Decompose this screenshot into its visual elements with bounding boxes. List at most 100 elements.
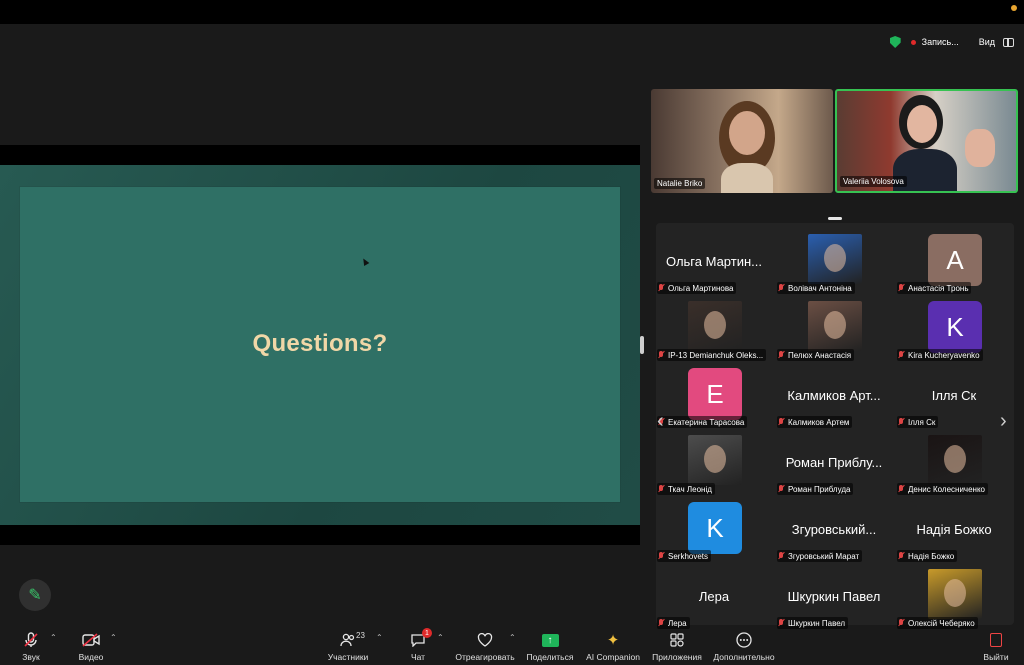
panel-drag-handle[interactable] (828, 217, 842, 220)
share-button[interactable]: ↑ Поделиться (526, 625, 574, 665)
participant-face (704, 311, 726, 339)
window-title-strip (0, 0, 1024, 24)
react-button[interactable]: Отреагировать (454, 625, 516, 665)
participant-tile[interactable]: K Serkhovets (655, 496, 773, 562)
video-options-chevron-icon[interactable]: ⌃ (110, 633, 117, 642)
video-button[interactable]: Видео (78, 625, 104, 665)
sparkle-icon: ✦ (606, 632, 620, 649)
leave-button[interactable]: Выйти (982, 625, 1010, 665)
participant-name: Лера (668, 618, 687, 628)
participant-photo (928, 569, 982, 619)
participant-name: Згуровський Марат (788, 551, 860, 561)
recording-label[interactable]: Запись... (922, 37, 959, 47)
chat-options-chevron-icon[interactable]: ⌃ (437, 633, 444, 642)
participant-tile[interactable]: Ілля Ск Ілля Ск (895, 362, 1013, 428)
leave-door-icon (986, 630, 1006, 650)
participant-photo (808, 234, 862, 284)
react-options-chevron-icon[interactable]: ⌃ (509, 633, 516, 642)
participant-tile[interactable]: Роман Приблу... Роман Приблуда (775, 429, 893, 495)
participant-tile[interactable]: Денис Колесниченко (895, 429, 1013, 495)
view-layout-icon[interactable] (1003, 37, 1014, 47)
participant-tile[interactable]: Калмиков Арт... Калмиков Артем (775, 362, 893, 428)
participant-tile[interactable]: IP-13 Demianchuk Oleks... (655, 295, 773, 361)
participant-tile[interactable]: Ольга Мартин... Ольга Мартинова (655, 228, 773, 294)
participant-tile[interactable]: Волівач Антоніна (775, 228, 893, 294)
mic-muted-icon (778, 619, 784, 627)
mic-muted-icon (778, 418, 784, 426)
participants-button[interactable]: 23 Участники (327, 625, 369, 665)
gallery-prev-chevron-icon[interactable]: ‹ (657, 411, 664, 431)
participant-name-label: Ольга Мартинова (657, 282, 737, 294)
participant-tile[interactable]: Надія Божко Надія Божко (895, 496, 1013, 562)
audio-button[interactable]: Звук (16, 625, 46, 665)
mic-muted-icon (898, 284, 904, 292)
gallery-next-chevron-icon[interactable]: › (1000, 411, 1007, 431)
participants-icon: 23 (338, 630, 365, 650)
mic-muted-icon (658, 351, 664, 359)
participant-tile[interactable]: Ткач Леонід (655, 429, 773, 495)
participant-avatar: K (928, 301, 982, 353)
chat-button[interactable]: 1 Чат (408, 625, 432, 665)
participant-name: Ткач Леонід (668, 484, 712, 494)
ai-companion-label: AI Companion (586, 652, 640, 662)
participant-name: Роман Приблуда (788, 484, 851, 494)
participant-name-label: Ткач Леонід (657, 483, 715, 495)
presentation-slide: Questions? (0, 165, 640, 525)
participant-name: Надія Божко (908, 551, 955, 561)
participant-tile[interactable]: Лера Лера (655, 563, 773, 629)
mic-muted-icon (898, 619, 904, 627)
audio-label: Звук (22, 652, 40, 662)
audio-options-chevron-icon[interactable]: ⌃ (50, 633, 57, 642)
participants-label: Участники (327, 652, 369, 662)
video-tile-name: Valeriia Volosova (840, 176, 907, 187)
notification-dot (1011, 5, 1017, 11)
apps-button[interactable]: Приложения (651, 625, 703, 665)
more-button[interactable]: Дополнительно (713, 625, 775, 665)
participant-tile[interactable]: Пелюх Анастасія (775, 295, 893, 361)
participant-tile[interactable]: Олексій Чеберяко (895, 563, 1013, 629)
participant-photo (688, 301, 742, 351)
zoom-meeting-window: Запись... Вид Questions? Natalie Briko V… (0, 0, 1024, 665)
security-shield-icon[interactable] (889, 36, 901, 48)
mic-muted-icon (658, 485, 664, 493)
participant-display-name: Згуровський... (791, 522, 877, 537)
participant-tile[interactable]: Шкуркин Павел Шкуркин Павел (775, 563, 893, 629)
shared-screen: Questions? (0, 145, 640, 545)
view-label[interactable]: Вид (979, 37, 995, 47)
participant-name: Kira Kucheryavenko (908, 350, 980, 360)
participant-name-label: Згуровський Марат (777, 550, 863, 562)
share-screen-icon: ↑ (540, 630, 560, 650)
participants-count: 23 (356, 631, 365, 640)
ai-companion-button[interactable]: ✦ AI Companion (586, 625, 640, 665)
split-resize-handle[interactable] (640, 336, 644, 354)
apps-label: Приложения (652, 652, 702, 662)
mic-muted-icon (658, 284, 664, 292)
participant-photo (688, 435, 742, 485)
participant-name-label: Kira Kucheryavenko (897, 349, 983, 361)
participant-name-label: Пелюх Анастасія (777, 349, 855, 361)
participant-name-label: Волівач Антоніна (777, 282, 855, 294)
participant-tile[interactable]: A Анастасія Тронь (895, 228, 1013, 294)
participant-tile[interactable]: Згуровський... Згуровський Марат (775, 496, 893, 562)
video-tile-natalie[interactable]: Natalie Briko (651, 89, 833, 193)
participants-options-chevron-icon[interactable]: ⌃ (376, 633, 383, 642)
chat-unread-badge: 1 (422, 628, 432, 638)
camera-off-icon (81, 630, 101, 650)
participant-photo (808, 301, 862, 351)
person-hand (965, 129, 995, 167)
mic-muted-icon (658, 619, 664, 627)
slide-content-area: Questions? (20, 187, 620, 502)
participant-name: Екатерина Тарасова (668, 417, 745, 427)
recording-dot-icon (910, 39, 916, 45)
participant-name-label: Анастасія Тронь (897, 282, 972, 294)
participant-tile[interactable]: K Kira Kucheryavenko (895, 295, 1013, 361)
more-dots-icon (734, 630, 754, 650)
participant-display-name: Надія Божко (916, 522, 992, 537)
participant-tile[interactable]: E Екатерина Тарасова (655, 362, 773, 428)
mic-muted-icon (658, 552, 664, 560)
video-tile-valeriia[interactable]: Valeriia Volosova (835, 89, 1018, 193)
mic-muted-icon (778, 552, 784, 560)
participant-name: Денис Колесниченко (908, 484, 985, 494)
annotate-pencil-icon[interactable]: ✎ (19, 579, 51, 611)
chat-icon: 1 (408, 628, 432, 650)
